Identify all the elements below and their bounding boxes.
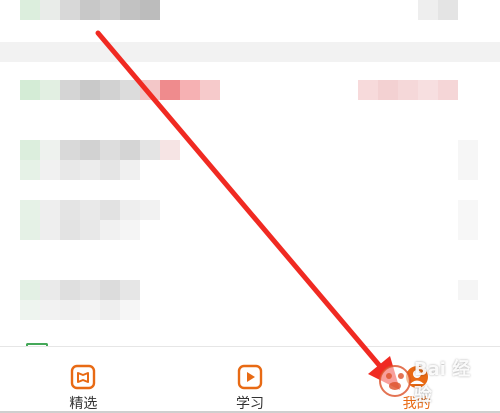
play-icon <box>236 363 264 391</box>
book-icon <box>69 363 97 391</box>
blurred-list-item-1[interactable] <box>20 80 220 100</box>
blurred-list-item-2[interactable] <box>20 140 180 180</box>
profile-icon <box>403 363 431 391</box>
tab-learn[interactable]: 学习 <box>166 347 334 413</box>
blurred-list-item-top[interactable] <box>20 0 160 20</box>
blurred-meta-1 <box>358 80 458 100</box>
blurred-meta-2 <box>458 140 478 180</box>
tab-featured[interactable]: 精选 <box>0 347 167 413</box>
bottom-tab-bar: 精选 学习 我的 <box>0 346 500 413</box>
tab-mine[interactable]: 我的 <box>333 347 500 413</box>
blurred-list-item-4[interactable] <box>20 280 140 320</box>
blurred-list-item-3[interactable] <box>20 200 160 240</box>
section-divider <box>0 42 500 62</box>
blurred-meta-top <box>418 0 458 20</box>
blurred-meta-3 <box>458 200 478 240</box>
blurred-meta-4 <box>458 280 478 300</box>
screen: 精选 学习 我的 Bai 经验 <box>0 0 500 413</box>
